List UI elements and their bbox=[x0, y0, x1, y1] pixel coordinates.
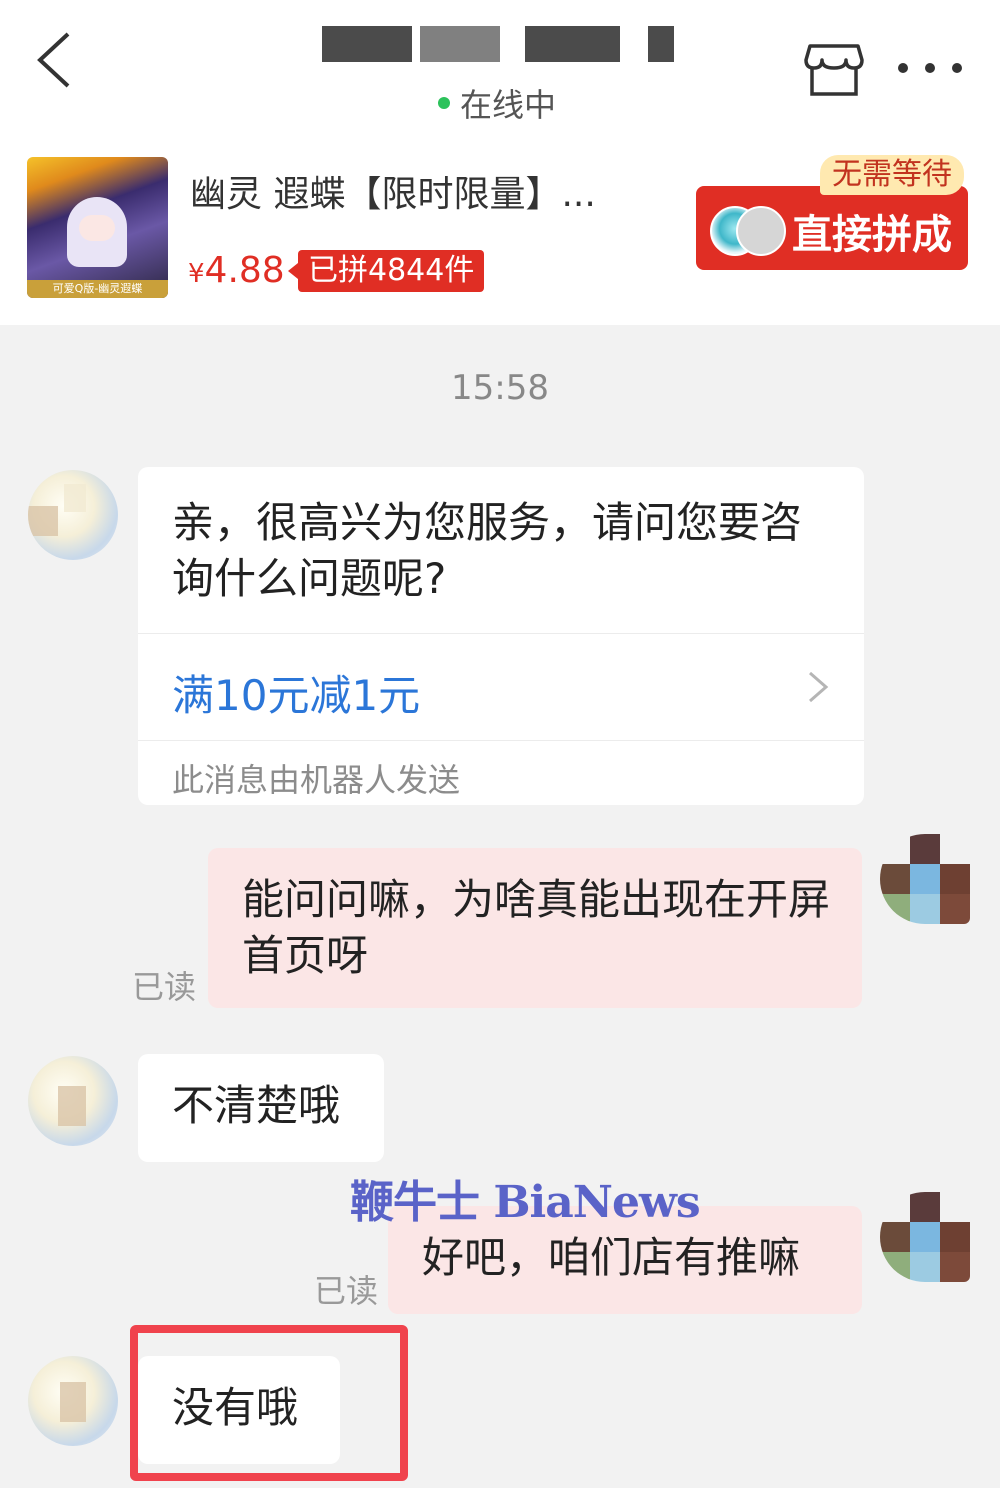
chevron-right-icon bbox=[809, 671, 829, 703]
avatar bbox=[736, 206, 786, 256]
online-status-text: 在线中 bbox=[460, 86, 557, 124]
message-timestamp: 15:58 bbox=[451, 368, 549, 408]
online-status: 在线中 bbox=[438, 80, 556, 126]
product-price: ¥4.88 bbox=[188, 250, 285, 291]
user-message-bubble: 能问问嘛，为啥真能出现在开屏首页呀 bbox=[208, 848, 862, 1008]
message-text: 能问问嘛，为啥真能出现在开屏首页呀 bbox=[242, 875, 831, 980]
bot-sent-note: 此消息由机器人发送 bbox=[172, 761, 461, 799]
read-receipt: 已读 bbox=[314, 1272, 379, 1310]
watermark: 鞭牛士 BiaNews bbox=[350, 1177, 701, 1228]
user-avatar[interactable] bbox=[880, 1192, 970, 1282]
store-icon[interactable] bbox=[804, 40, 864, 98]
seller-avatar[interactable] bbox=[28, 1356, 118, 1446]
price-value: 4.88 bbox=[204, 250, 285, 291]
product-thumbnail[interactable]: 可爱Q版-幽灵遐蝶 bbox=[27, 157, 168, 298]
message-text: 亲，很高兴为您服务，请问您要咨询什么问题呢? bbox=[172, 498, 803, 603]
seller-avatar[interactable] bbox=[28, 470, 118, 560]
coupon-link-text: 满10元减1元 bbox=[172, 671, 421, 720]
bot-message-card: 亲，很高兴为您服务，请问您要咨询什么问题呢? 满10元减1元 此消息由机器人发送 bbox=[138, 467, 864, 805]
seller-avatar[interactable] bbox=[28, 1056, 118, 1146]
seller-message-bubble: 不清楚哦 bbox=[138, 1054, 384, 1162]
shop-name-redacted bbox=[320, 26, 680, 70]
product-name[interactable]: 幽灵 遐蝶【限时限量】... bbox=[190, 165, 596, 217]
online-dot-icon bbox=[438, 97, 450, 109]
coupon-link[interactable]: 满10元减1元 bbox=[138, 633, 864, 741]
user-avatar[interactable] bbox=[880, 834, 970, 924]
group-buy-label: 直接拼成 bbox=[792, 212, 952, 258]
read-receipt: 已读 bbox=[132, 968, 197, 1006]
sold-count-badge: 已拼4844件 bbox=[287, 250, 485, 292]
message-text: 不清楚哦 bbox=[172, 1081, 341, 1130]
back-chevron-icon[interactable] bbox=[32, 30, 76, 90]
more-dots-icon[interactable] bbox=[895, 58, 965, 78]
no-wait-badge: 无需等待 bbox=[820, 155, 964, 195]
chat-header: 在线中 可爱Q版-幽灵遐蝶 幽灵 遐蝶【限时限量】... ¥4.88 已拼484… bbox=[0, 0, 1000, 325]
message-text: 好吧，咱们店有推嘛 bbox=[422, 1233, 801, 1282]
buyer-avatars bbox=[710, 206, 786, 256]
price-currency: ¥ bbox=[188, 259, 205, 289]
highlight-box bbox=[130, 1325, 408, 1481]
product-thumbnail-caption: 可爱Q版-幽灵遐蝶 bbox=[27, 280, 168, 298]
group-buy-button[interactable]: 直接拼成 bbox=[696, 186, 968, 270]
